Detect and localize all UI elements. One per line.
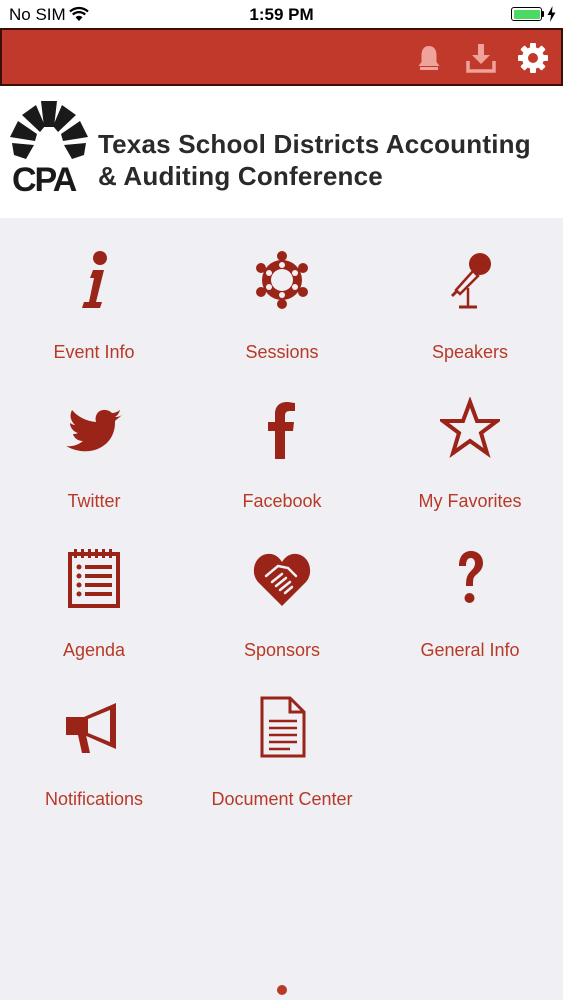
menu-item-label: Sponsors xyxy=(243,640,321,660)
menu-item-notifications[interactable]: Notifications xyxy=(0,687,188,836)
conference-title: Texas School Districts Accounting & Audi… xyxy=(98,128,531,192)
charging-bolt-icon xyxy=(547,6,556,22)
page-indicator-dot xyxy=(277,985,287,995)
conference-banner: CPA Texas School Districts Accounting & … xyxy=(0,86,563,218)
question-mark-icon xyxy=(459,551,483,603)
menu-item-label: Notifications xyxy=(44,789,144,809)
menu-item-label: General Info xyxy=(420,640,520,660)
menu-item-label: My Favorites xyxy=(418,491,522,511)
menu-item-label: Document Center xyxy=(211,789,353,809)
cpa-logo: CPA xyxy=(10,101,88,194)
menu-item-speakers[interactable]: Speakers xyxy=(376,240,563,389)
megaphone-icon xyxy=(66,703,116,753)
menu-item-facebook[interactable]: Facebook xyxy=(188,389,376,538)
battery-icon xyxy=(511,7,542,21)
info-icon xyxy=(82,251,107,308)
menu-item-sessions[interactable]: Sessions xyxy=(188,240,376,389)
facebook-icon xyxy=(268,402,295,459)
status-bar: No SIM 1:59 PM xyxy=(0,0,563,28)
logo-text: CPA xyxy=(12,161,77,194)
conference-title-line2: & Auditing Conference xyxy=(98,161,383,191)
download-icon[interactable] xyxy=(465,42,497,74)
twitter-bird-icon xyxy=(66,409,122,452)
menu-item-event-info[interactable]: Event Info xyxy=(0,240,188,389)
sessions-icon xyxy=(256,251,308,309)
star-icon xyxy=(440,397,500,458)
menu-item-label: Twitter xyxy=(67,491,121,511)
menu-item-my-favorites[interactable]: My Favorites xyxy=(376,389,563,538)
menu-item-label: Agenda xyxy=(62,640,126,660)
top-toolbar xyxy=(0,28,563,86)
menu-item-agenda[interactable]: Agenda xyxy=(0,538,188,687)
handshake-heart-icon xyxy=(253,553,311,606)
bell-icon[interactable] xyxy=(413,42,445,74)
menu-item-document-center[interactable]: Document Center xyxy=(188,687,376,836)
document-icon xyxy=(260,696,306,758)
menu-item-label: Sessions xyxy=(245,342,319,362)
conference-title-line1: Texas School Districts Accounting xyxy=(98,129,531,159)
clock: 1:59 PM xyxy=(249,5,314,24)
menu-item-label: Facebook xyxy=(242,491,322,511)
menu-item-twitter[interactable]: Twitter xyxy=(0,389,188,538)
menu-item-label: Speakers xyxy=(431,342,509,362)
agenda-list-icon xyxy=(68,549,120,608)
menu-item-label: Event Info xyxy=(53,342,135,362)
microphone-icon xyxy=(450,253,491,309)
menu-item-sponsors[interactable]: Sponsors xyxy=(188,538,376,687)
gear-icon[interactable] xyxy=(517,42,549,74)
battery-tip xyxy=(542,11,544,17)
menu-item-general-info[interactable]: General Info xyxy=(376,538,563,687)
